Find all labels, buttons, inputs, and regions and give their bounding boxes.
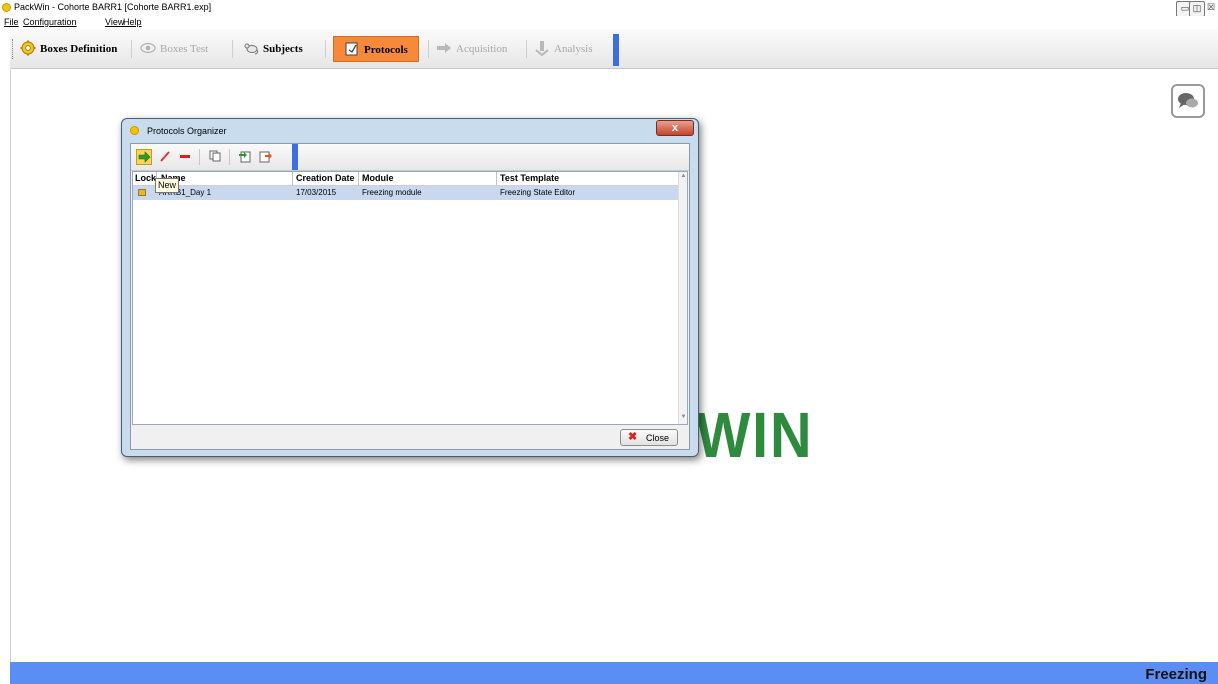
boxes-test-label: Boxes Test — [160, 43, 209, 55]
protocols-button[interactable]: Protocols — [333, 36, 419, 62]
row-test-template: Freezing State Editor — [500, 188, 576, 197]
analysis-label: Analysis — [554, 43, 593, 55]
column-header-creation-date[interactable]: Creation Date — [296, 173, 355, 183]
toolbar-divider — [428, 40, 429, 58]
scroll-up-icon[interactable]: ▲ — [679, 173, 687, 179]
toolbar-grip[interactable] — [12, 39, 15, 59]
dialog-toolbar-divider — [229, 149, 230, 165]
column-header-lock[interactable]: Lock — [135, 173, 156, 183]
delete-protocol-button[interactable] — [177, 149, 193, 165]
menu-view[interactable]: View — [105, 17, 124, 27]
protocol-icon — [345, 42, 358, 56]
column-header-module[interactable]: Module — [362, 173, 394, 183]
column-divider[interactable] — [358, 172, 359, 185]
gear-icon — [20, 40, 36, 56]
maximize-button[interactable]: ◫ — [1189, 1, 1205, 17]
table-header: Lock Name Creation Date Module Test Temp… — [133, 172, 678, 186]
boxes-test-button[interactable]: Boxes Test — [140, 39, 208, 59]
column-divider[interactable] — [292, 172, 293, 185]
copy-icon — [209, 150, 221, 162]
toolbar-divider — [325, 40, 326, 58]
menu-configuration[interactable]: Configuration — [23, 17, 77, 27]
subjects-button[interactable]: Subjects — [243, 39, 303, 59]
protocols-label: Protocols — [364, 44, 408, 56]
boxes-definition-label: Boxes Definition — [40, 43, 118, 55]
dialog-toolbar — [131, 144, 689, 171]
arrow-icon — [437, 43, 451, 54]
subjects-label: Subjects — [263, 43, 303, 55]
pencil-icon — [160, 151, 170, 162]
chat-button[interactable] — [1171, 84, 1205, 118]
acquisition-button[interactable]: Acquisition — [436, 39, 507, 59]
new-icon — [138, 151, 151, 163]
analysis-button[interactable]: Analysis — [534, 39, 593, 59]
dialog-toolbar-overflow-handle[interactable] — [292, 144, 298, 170]
row-creation-date: 17/03/2015 — [296, 188, 337, 197]
toolbar-overflow-handle[interactable] — [613, 34, 619, 66]
minus-icon — [180, 155, 190, 158]
window-title: PackWin - Cohorte BARR1 [Cohorte BARR1.e… — [14, 2, 212, 12]
dialog-app-icon — [130, 126, 139, 135]
menu-help[interactable]: Help — [123, 17, 142, 27]
copy-protocol-button[interactable] — [207, 149, 223, 165]
menu-file[interactable]: File — [4, 17, 19, 27]
dialog-toolbar-divider — [199, 149, 200, 165]
eye-icon — [140, 43, 156, 54]
dialog-close-x-button[interactable]: x — [656, 120, 694, 136]
row-module: Freezing module — [362, 188, 422, 197]
new-protocol-button[interactable] — [136, 149, 152, 165]
import-icon — [239, 151, 251, 163]
table-vertical-scrollbar[interactable]: ▲ ▼ — [678, 172, 687, 424]
dialog-body: Lock Name Creation Date Module Test Temp… — [130, 143, 690, 450]
scroll-down-icon[interactable]: ▼ — [679, 414, 687, 420]
protocols-table: Lock Name Creation Date Module Test Temp… — [132, 171, 688, 425]
column-header-test-template[interactable]: Test Template — [500, 173, 559, 183]
new-tooltip: New — [155, 178, 180, 193]
analysis-icon — [535, 41, 549, 57]
acquisition-label: Acquisition — [456, 43, 508, 55]
edit-protocol-button[interactable] — [157, 149, 173, 165]
boxes-definition-button[interactable]: Boxes Definition — [20, 39, 117, 59]
status-bar: Freezing — [10, 662, 1218, 684]
main-toolbar: Boxes Definition Boxes Test Subjects Pro… — [10, 29, 1218, 69]
lock-icon — [138, 189, 146, 196]
column-divider[interactable] — [496, 172, 497, 185]
dialog-title: Protocols Organizer — [147, 126, 227, 136]
app-icon — [2, 3, 11, 12]
status-module: Freezing — [1145, 666, 1207, 683]
chat-icon — [1178, 93, 1198, 108]
toolbar-divider — [526, 40, 527, 58]
menu-bar: File Configuration View Help — [0, 16, 1218, 29]
toolbar-divider — [232, 40, 233, 58]
dialog-footer: ✖ Close — [131, 425, 689, 449]
close-button[interactable]: ✖ Close — [620, 429, 678, 446]
close-icon: ✖ — [628, 431, 638, 443]
import-protocol-button[interactable] — [237, 149, 253, 165]
table-row[interactable]: ARRB1_Day 1 17/03/2015 Freezing module F… — [133, 186, 678, 200]
toolbar-divider — [131, 40, 132, 58]
close-window-button[interactable]: ☒ — [1204, 1, 1218, 15]
protocols-organizer-dialog: Protocols Organizer x Lock Creation Date… — [121, 118, 699, 457]
background-logo: WIN — [696, 399, 814, 471]
export-protocol-button[interactable] — [258, 149, 274, 165]
mouse-icon — [244, 43, 259, 55]
title-bar: PackWin - Cohorte BARR1 [Cohorte BARR1.e… — [0, 0, 1218, 17]
export-icon — [259, 151, 272, 163]
close-button-label: Close — [646, 433, 670, 443]
